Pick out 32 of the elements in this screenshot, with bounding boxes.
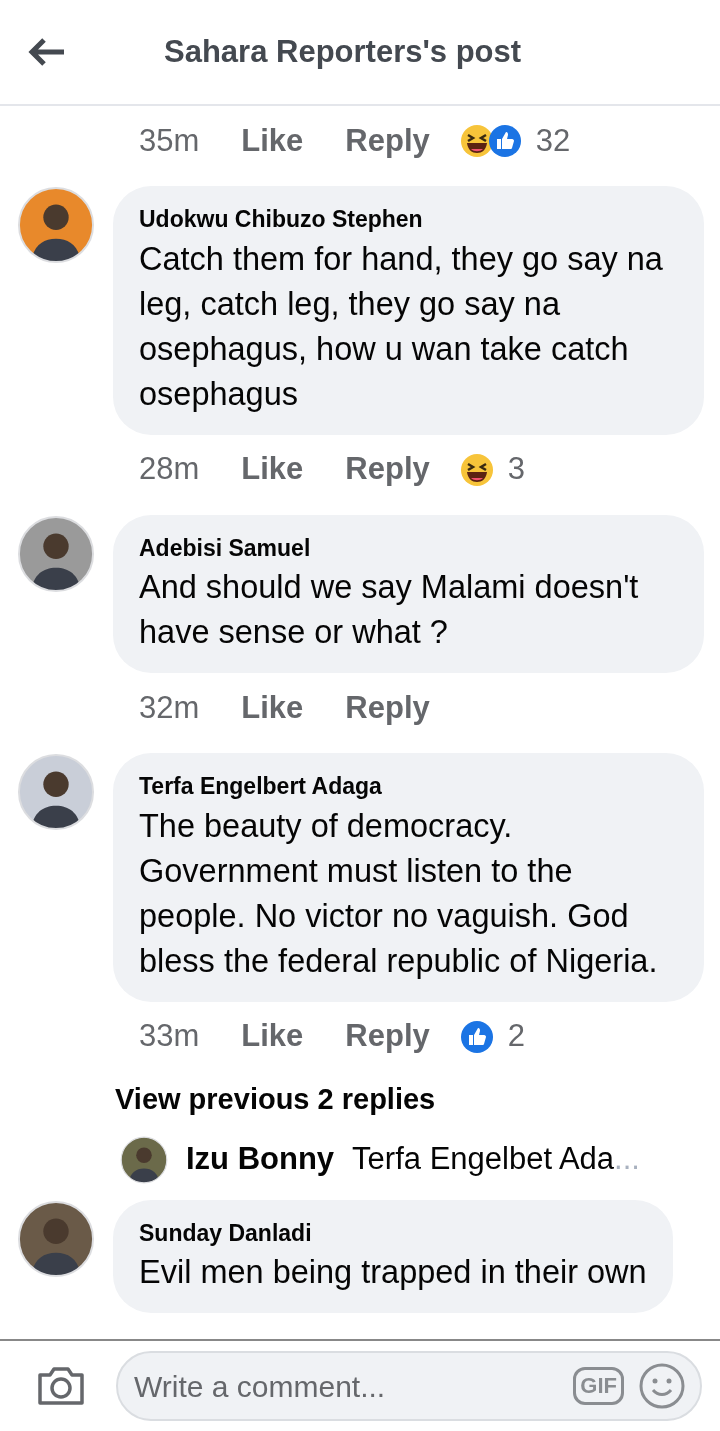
comment-time: 32m	[139, 688, 200, 727]
reaction-count: 32	[535, 121, 571, 160]
commenter-name[interactable]: Udokwu Chibuzo Stephen	[139, 202, 678, 237]
reply-link[interactable]: Reply	[345, 117, 430, 165]
reply-link[interactable]: Reply	[345, 446, 430, 493]
like-link[interactable]: Like	[241, 1013, 304, 1060]
reply-snippet[interactable]: Terfa Engelbet Ada...	[352, 1136, 640, 1183]
commenter-name[interactable]: Sunday Danladi	[139, 1215, 647, 1250]
comment-time: 35m	[139, 121, 200, 160]
commenter-name[interactable]: Terfa Engelbert Adaga	[139, 769, 678, 804]
comment-time: 33m	[139, 1017, 200, 1056]
commenter-name[interactable]: Adebisi Samuel	[139, 530, 678, 565]
reaction-count: 3	[507, 450, 525, 489]
like-link[interactable]: Like	[241, 446, 304, 493]
comment-text: Catch them for hand, they go say na leg, catch leg, they go say na osephagus, how u wan take catch osephagus	[139, 239, 664, 414]
reply-link[interactable]: Reply	[345, 1013, 430, 1060]
smiley-icon[interactable]	[638, 1362, 686, 1410]
reply-author[interactable]: Izu Bonny	[186, 1136, 335, 1183]
back-arrow-icon[interactable]	[28, 37, 66, 67]
post-title: Sahara Reporters's post	[164, 32, 522, 71]
comment-text: And should we say Malami doesn't have sense or what ?	[139, 568, 640, 652]
like-link[interactable]: Like	[241, 117, 304, 165]
comment-text: The beauty of democracy. Government must listen to the people. No victor no vaguish. God bless the federal republic of Nigeria.	[139, 806, 659, 981]
gif-button[interactable]: GIF	[573, 1366, 624, 1406]
camera-icon[interactable]	[36, 1365, 86, 1407]
comment-text: Evil men being trapped in their own	[139, 1253, 647, 1292]
like-link[interactable]: Like	[241, 684, 304, 732]
comment-time: 28m	[139, 450, 200, 489]
view-replies-link[interactable]: View previous 2 replies	[0, 1077, 720, 1130]
comment-field[interactable]: Write a comment... GIF	[116, 1351, 702, 1421]
reply-link[interactable]: Reply	[345, 684, 430, 732]
reaction-count: 2	[507, 1017, 525, 1056]
